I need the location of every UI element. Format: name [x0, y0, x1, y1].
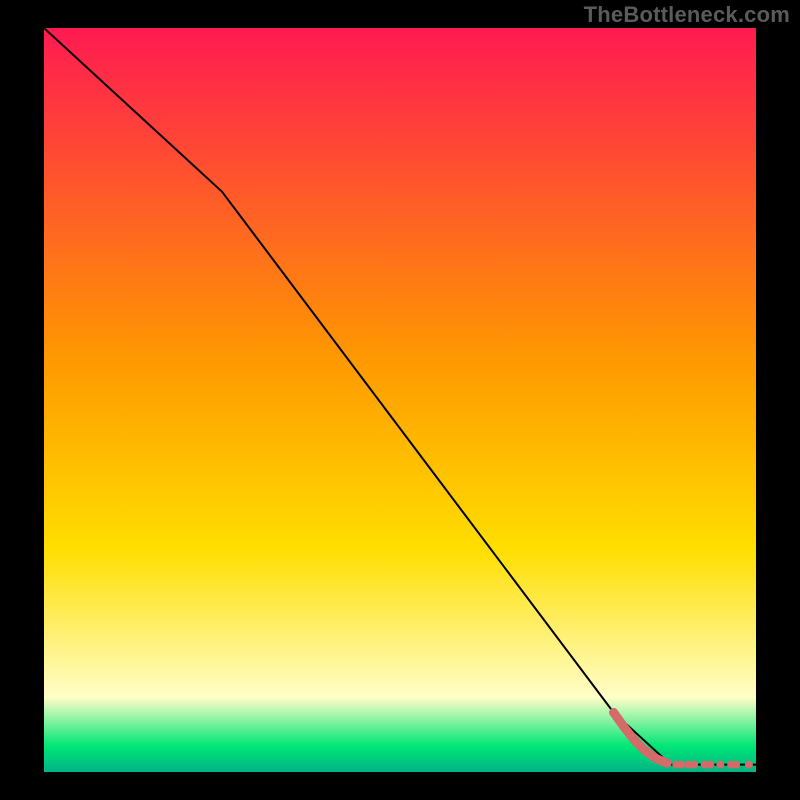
highlight-marker [609, 708, 618, 717]
highlight-marker [663, 759, 672, 768]
highlight-marker [716, 761, 724, 769]
highlight-marker [652, 754, 661, 763]
highlight-marker [641, 747, 650, 756]
chart-frame: TheBottleneck.com [0, 0, 800, 800]
highlight-marker [677, 761, 685, 769]
highlight-marker [631, 736, 640, 745]
bottleneck-plot [44, 28, 756, 772]
highlight-marker [620, 723, 629, 732]
highlight-marker [745, 761, 753, 769]
highlight-marker [690, 761, 698, 769]
watermark-text: TheBottleneck.com [584, 2, 790, 28]
gradient-background [44, 28, 756, 772]
highlight-marker [706, 761, 714, 769]
highlight-marker [732, 761, 740, 769]
